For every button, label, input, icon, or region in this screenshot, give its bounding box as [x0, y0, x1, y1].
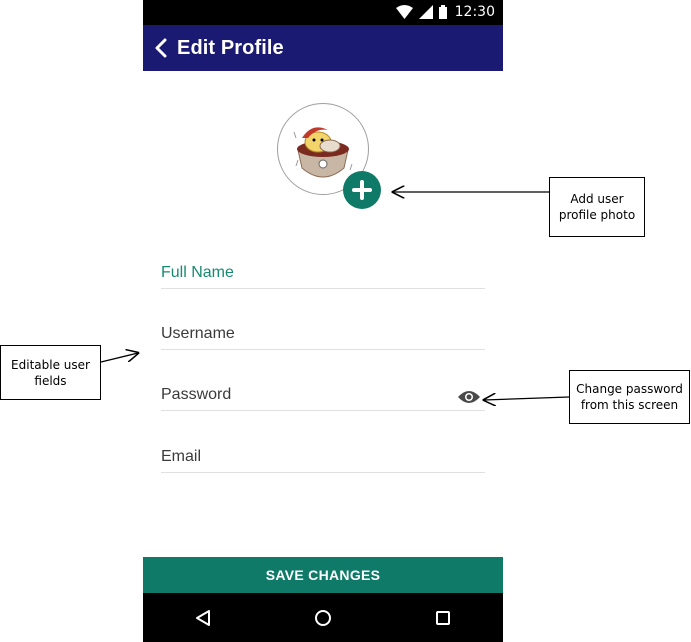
- fields-arrow: [100, 353, 138, 363]
- fields-annotation-line-1: Editable user: [11, 357, 90, 372]
- password-annotation-line-1: Change password: [576, 382, 683, 396]
- annotation-arrows: [100, 0, 570, 642]
- photo-annotation-line-1: Add user: [570, 192, 624, 206]
- password-annotation: Change password from this screen: [569, 370, 690, 424]
- fields-annotation: Editable user fields: [0, 345, 101, 400]
- password-annotation-line-2: from this screen: [580, 398, 679, 412]
- photo-annotation-line-2: profile photo: [558, 208, 636, 222]
- password-arrow: [484, 397, 570, 400]
- fields-annotation-line-2: fields: [34, 373, 67, 388]
- photo-annotation: Add user profile photo: [549, 177, 645, 237]
